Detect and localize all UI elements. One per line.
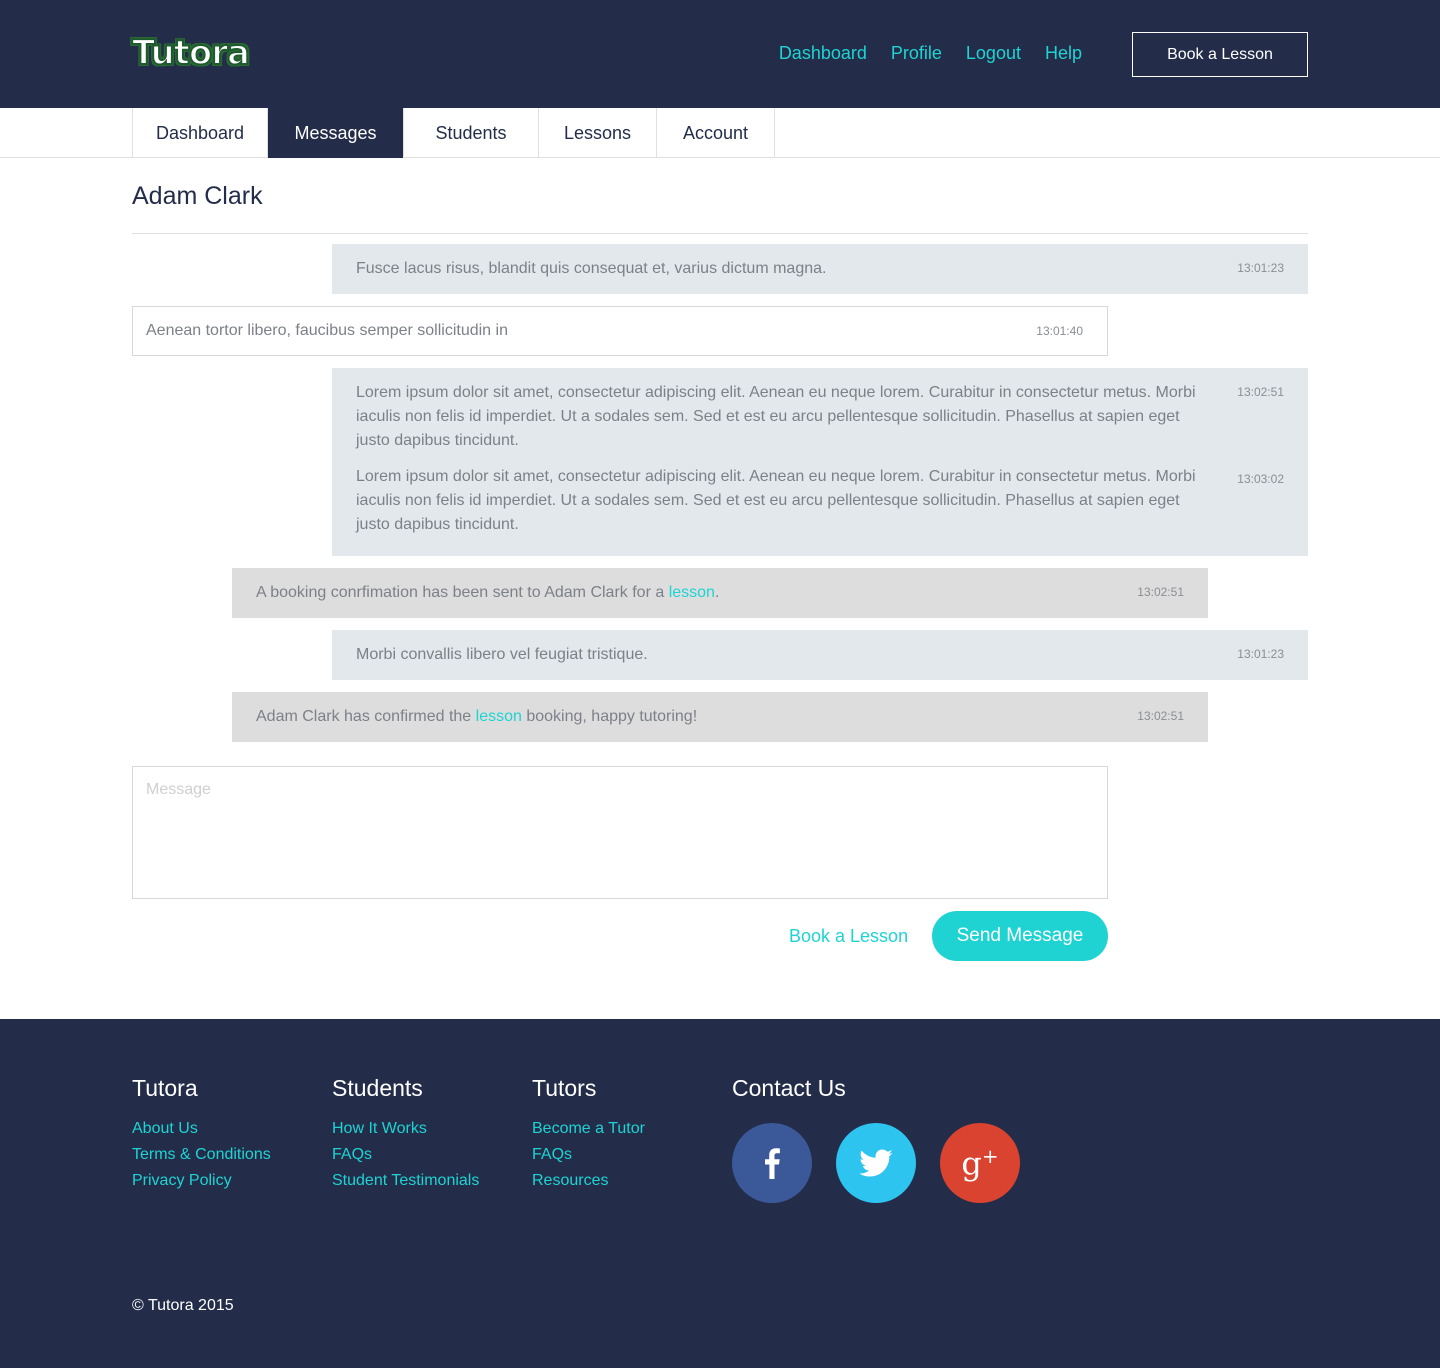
lesson-link[interactable]: lesson [476, 708, 522, 725]
message-incoming: Fusce lacus risus, blandit quis consequa… [332, 244, 1308, 294]
main-content: Adam Clark Fusce lacus risus, blandit qu… [0, 158, 1440, 1019]
system-message: Adam Clark has confirmed the lesson book… [232, 692, 1208, 742]
book-lesson-link[interactable]: Book a Lesson [789, 926, 908, 947]
footer-link-how-it-works[interactable]: How It Works [332, 1116, 479, 1142]
message-time: 13:02:51 [1237, 385, 1284, 399]
message-incoming-group: Lorem ipsum dolor sit amet, consectetur … [332, 368, 1308, 556]
conversation-title: Adam Clark [132, 182, 263, 210]
tutora-logo[interactable]: Tutora [131, 32, 251, 74]
send-message-button[interactable]: Send Message [932, 911, 1108, 961]
message-input[interactable] [132, 766, 1108, 899]
footer-column-tutora: Tutora About Us Terms & Conditions Priva… [132, 1075, 271, 1194]
footer-heading: Contact Us [732, 1075, 846, 1101]
footer-column-tutors: Tutors Become a Tutor FAQs Resources [532, 1075, 645, 1194]
message-time: 13:01:23 [1237, 261, 1284, 275]
tab-account[interactable]: Account [657, 108, 775, 158]
tabs-bar: Dashboard Messages Students Lessons Acco… [0, 108, 1440, 158]
tabs: Dashboard Messages Students Lessons Acco… [132, 108, 775, 158]
footer-heading: Tutors [532, 1075, 597, 1101]
footer-column-contact: Contact Us [732, 1075, 846, 1116]
footer-link-privacy[interactable]: Privacy Policy [132, 1168, 271, 1194]
footer-link-resources[interactable]: Resources [532, 1168, 645, 1194]
twitter-icon[interactable] [836, 1123, 916, 1203]
nav-profile[interactable]: Profile [891, 43, 942, 64]
tab-dashboard[interactable]: Dashboard [132, 108, 268, 158]
site-header: Tutora Dashboard Profile Logout Help Boo… [0, 0, 1440, 108]
divider [132, 233, 1308, 234]
message-time: 13:01:23 [1237, 647, 1284, 661]
footer-link-about[interactable]: About Us [132, 1116, 271, 1142]
footer-heading: Tutora [132, 1075, 198, 1101]
message-text: Fusce lacus risus, blandit quis consequa… [356, 260, 827, 277]
footer-column-students: Students How It Works FAQs Student Testi… [332, 1075, 479, 1194]
site-footer: Tutora About Us Terms & Conditions Priva… [0, 1019, 1440, 1368]
message-time: 13:03:02 [1237, 472, 1284, 486]
message-outgoing: Aenean tortor libero, faucibus semper so… [132, 306, 1108, 356]
facebook-icon[interactable] [732, 1123, 812, 1203]
footer-link-testimonials[interactable]: Student Testimonials [332, 1168, 479, 1194]
tab-messages[interactable]: Messages [268, 108, 404, 158]
system-message: A booking conrfimation has been sent to … [232, 568, 1208, 618]
top-nav: Dashboard Profile Logout Help [779, 43, 1082, 64]
tab-students[interactable]: Students [404, 108, 539, 158]
book-lesson-button[interactable]: Book a Lesson [1132, 32, 1308, 77]
message-text: Aenean tortor libero, faucibus semper so… [146, 322, 508, 339]
message-time: 13:02:51 [1137, 709, 1184, 723]
nav-dashboard[interactable]: Dashboard [779, 43, 867, 64]
message-text: A booking conrfimation has been sent to … [256, 584, 720, 601]
footer-link-become-tutor[interactable]: Become a Tutor [532, 1116, 645, 1142]
lesson-link[interactable]: lesson [669, 584, 715, 601]
footer-link-terms[interactable]: Terms & Conditions [132, 1142, 271, 1168]
footer-heading: Students [332, 1075, 423, 1101]
footer-link-faqs[interactable]: FAQs [332, 1142, 479, 1168]
message-text: Morbi convallis libero vel feugiat trist… [356, 646, 648, 663]
copyright: © Tutora 2015 [132, 1297, 234, 1314]
message-incoming: Morbi convallis libero vel feugiat trist… [332, 630, 1308, 680]
message-text: Lorem ipsum dolor sit amet, consectetur … [356, 468, 1196, 533]
message-text: Adam Clark has confirmed the lesson book… [256, 708, 698, 725]
tab-lessons[interactable]: Lessons [539, 108, 657, 158]
nav-logout[interactable]: Logout [966, 43, 1021, 64]
message-time: 13:01:40 [1036, 324, 1083, 338]
message-time: 13:02:51 [1137, 585, 1184, 599]
google-plus-icon[interactable]: g+ [940, 1123, 1020, 1203]
footer-link-faqs[interactable]: FAQs [532, 1142, 645, 1168]
nav-help[interactable]: Help [1045, 43, 1082, 64]
google-plus-glyph: g+ [961, 1144, 999, 1183]
message-text: Lorem ipsum dolor sit amet, consectetur … [356, 384, 1196, 449]
